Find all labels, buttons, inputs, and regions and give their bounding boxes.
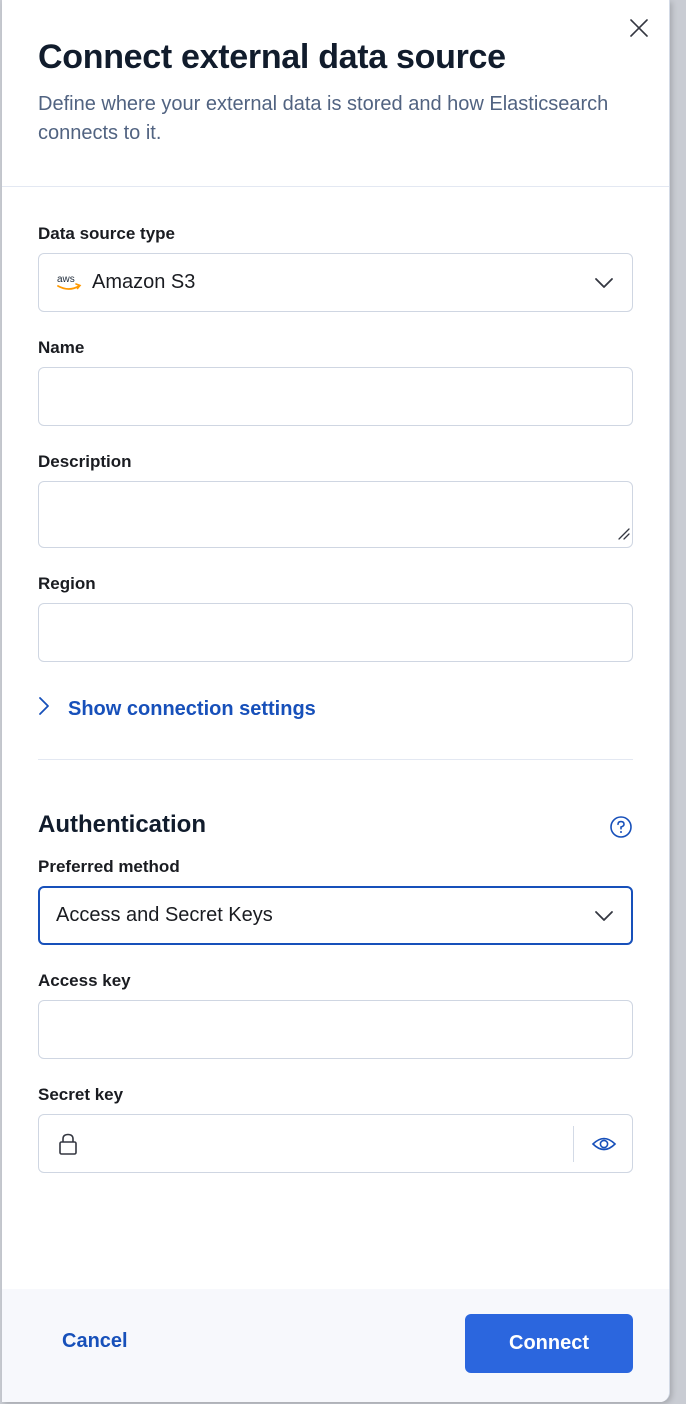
data-source-type-value: Amazon S3: [92, 271, 196, 293]
name-label: Name: [38, 338, 85, 357]
connect-button[interactable]: Connect: [465, 1314, 633, 1373]
preferred-method-value: Access and Secret Keys: [56, 904, 273, 926]
access-key-input[interactable]: [38, 1000, 633, 1059]
flyout-header: Connect external data source Define wher…: [38, 36, 638, 148]
name-input[interactable]: [38, 367, 633, 426]
data-source-type-select[interactable]: aws Amazon S3: [38, 253, 633, 312]
svg-text:aws: aws: [57, 274, 75, 285]
access-key-label: Access key: [38, 971, 131, 990]
resize-handle-icon[interactable]: [616, 526, 630, 545]
connect-data-source-flyout: Connect external data source Define wher…: [2, 0, 670, 1402]
region-label: Region: [38, 574, 96, 593]
show-password-eye-icon[interactable]: [591, 1132, 617, 1161]
input-separator: [573, 1126, 574, 1162]
region-input[interactable]: [38, 603, 633, 662]
data-source-type-label: Data source type: [38, 224, 175, 243]
flyout-title: Connect external data source: [38, 38, 506, 76]
cancel-button[interactable]: Cancel: [62, 1330, 128, 1353]
description-textarea[interactable]: [38, 481, 633, 548]
lock-icon: [58, 1132, 78, 1161]
authentication-heading: Authentication: [38, 811, 206, 838]
aws-logo-icon: aws: [56, 272, 82, 294]
chevron-down-icon: [594, 273, 614, 298]
chevron-right-icon: [38, 696, 50, 722]
show-connection-settings-toggle[interactable]: Show connection settings: [38, 696, 316, 722]
flyout-subtitle: Define where your external data is store…: [38, 93, 609, 144]
chevron-down-icon: [594, 906, 614, 931]
preferred-method-select[interactable]: Access and Secret Keys: [38, 886, 633, 945]
section-divider: [38, 759, 633, 760]
description-label: Description: [38, 452, 132, 471]
secret-key-input[interactable]: [38, 1114, 633, 1173]
preferred-method-label: Preferred method: [38, 857, 180, 876]
show-connection-settings-label: Show connection settings: [68, 697, 316, 720]
help-icon[interactable]: [609, 815, 633, 839]
secret-key-label: Secret key: [38, 1085, 124, 1104]
header-divider: [2, 186, 669, 187]
